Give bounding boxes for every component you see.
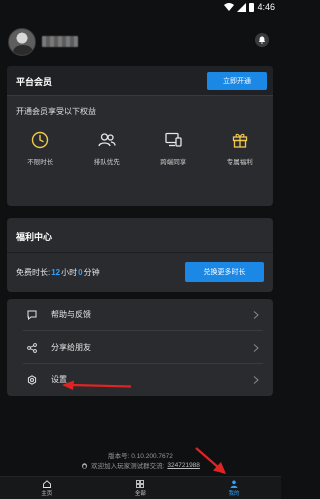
perk-label: 不限时长 (27, 159, 54, 166)
perk-queue-priority: 排队优先 (74, 130, 141, 166)
avatar[interactable] (8, 28, 36, 56)
tab-label: 全部 (134, 490, 146, 497)
qq-group-link[interactable]: 324721988 (167, 462, 200, 469)
perk-exclusive-benefits: 专属福利 (207, 130, 274, 166)
annotation-arrow-settings (62, 380, 132, 390)
menu-item-help-feedback[interactable]: 帮助与反馈 (7, 299, 273, 330)
share-icon (27, 342, 37, 353)
perk-label: 跨端同享 (160, 159, 187, 166)
perk-label: 排队优先 (93, 159, 120, 166)
join-text: 欢迎加入玩家测试群交流: (91, 463, 165, 470)
settings-icon (27, 374, 37, 385)
bottom-navigation: 主页 全部 我的 (0, 476, 281, 499)
open-membership-button[interactable]: 立即开通 (207, 72, 267, 90)
menu-item-label: 分享给朋友 (51, 343, 91, 352)
devices-icon (165, 132, 182, 147)
status-icons: 4:46 (224, 2, 275, 12)
minutes-unit: 分钟 (83, 268, 100, 277)
settings-menu: 帮助与反馈 分享给朋友 设置 (7, 299, 273, 396)
chevron-right-icon (253, 343, 259, 352)
membership-subtitle: 开通会员享受以下权益 (16, 107, 96, 116)
status-bar: 4:46 (0, 0, 281, 16)
signal-icon (237, 2, 247, 12)
tab-label: 我的 (228, 490, 240, 497)
wifi-icon (224, 3, 235, 11)
menu-item-label: 帮助与反馈 (51, 310, 91, 319)
penguin-icon (82, 462, 87, 469)
tab-home[interactable]: 主页 (0, 477, 94, 499)
username-blurred[interactable] (42, 36, 78, 47)
hours-unit: 小时 (61, 268, 78, 277)
tab-mine[interactable]: 我的 (187, 477, 281, 499)
exchange-time-button[interactable]: 兑换更多时长 (185, 262, 264, 282)
clock-icon (32, 131, 49, 149)
test-group-info: 欢迎加入玩家测试群交流: 324721988 (0, 460, 281, 470)
free-time-label: 免费时长: (16, 268, 51, 277)
person-icon (230, 480, 238, 488)
bell-icon (258, 36, 266, 44)
home-icon (42, 479, 51, 488)
tab-label: 主页 (41, 490, 53, 497)
grid-icon (136, 479, 145, 488)
tab-all[interactable]: 全部 (94, 477, 188, 499)
membership-card: 平台会员 立即开通 开通会员享受以下权益 不限时长 排队优先 跨端同享 专属福利 (7, 66, 273, 206)
menu-item-settings[interactable]: 设置 (7, 364, 273, 395)
perk-unlimited-time: 不限时长 (7, 130, 74, 166)
welfare-title: 福利中心 (16, 232, 53, 242)
free-time-display: 免费时长: 12 小时 0 分钟 (16, 267, 100, 278)
status-time: 4:46 (257, 2, 275, 12)
free-minutes: 0 (78, 268, 83, 277)
perk-cross-device: 跨端同享 (140, 130, 207, 166)
divider (7, 252, 273, 253)
perks-list: 不限时长 排队优先 跨端同享 专属福利 (7, 130, 273, 166)
users-icon (98, 133, 116, 147)
chevron-right-icon (253, 375, 259, 384)
free-hours: 12 (51, 268, 61, 277)
chat-icon (27, 310, 37, 320)
version-label: 版本号: 0.10.200.7672 (108, 453, 173, 460)
menu-item-share[interactable]: 分享给朋友 (7, 332, 273, 363)
membership-title: 平台会员 (16, 77, 53, 87)
gift-icon (232, 133, 247, 148)
notification-button[interactable] (255, 33, 269, 47)
battery-icon (249, 2, 255, 12)
welfare-card: 福利中心 免费时长: 12 小时 0 分钟 兑换更多时长 (7, 218, 273, 292)
perk-label: 专属福利 (226, 159, 253, 166)
profile-header (8, 28, 273, 56)
membership-header: 平台会员 立即开通 (7, 66, 273, 96)
chevron-right-icon (253, 310, 259, 319)
divider (23, 330, 263, 331)
